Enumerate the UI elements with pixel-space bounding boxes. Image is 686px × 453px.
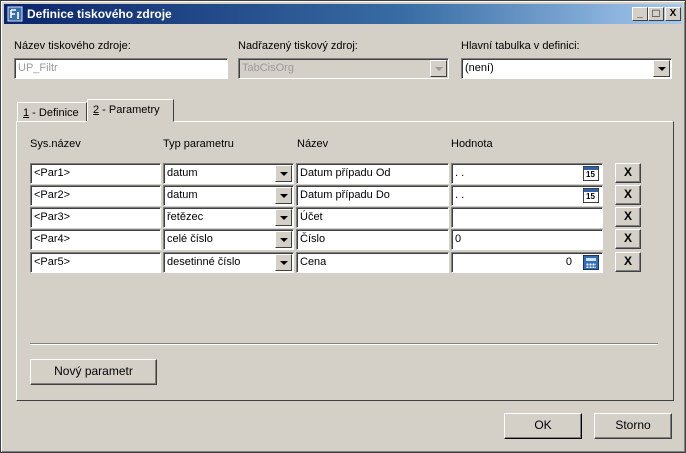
dropdown-arrow-icon[interactable] xyxy=(653,60,670,77)
minimize-button[interactable]: _ xyxy=(632,7,648,21)
delete-param-button[interactable]: X xyxy=(615,207,641,227)
param-value-field[interactable] xyxy=(451,207,603,228)
delete-param-button[interactable]: X xyxy=(615,229,641,249)
param-value-field[interactable]: 0 xyxy=(451,229,603,250)
maximize-button[interactable]: □ xyxy=(648,7,664,21)
dropdown-arrow-icon[interactable] xyxy=(275,165,292,182)
param-type-select[interactable]: desetinné číslo xyxy=(163,252,294,273)
param-type-value: celé číslo xyxy=(167,233,213,245)
param-name-field[interactable]: Cena xyxy=(296,252,449,273)
tab-parametry-label: - Parametry xyxy=(99,104,160,116)
tab-definice[interactable]: 1 - Definice xyxy=(17,102,87,122)
column-header-name: Název xyxy=(297,138,329,150)
delete-param-button[interactable]: X xyxy=(615,163,641,183)
dropdown-arrow-icon[interactable] xyxy=(430,60,447,77)
source-name-label: Název tiskového zdroje: xyxy=(14,40,131,52)
param-value-field[interactable]: 0 xyxy=(451,252,603,273)
dropdown-arrow-icon[interactable] xyxy=(275,254,292,271)
param-sys-name-field[interactable]: <Par5> xyxy=(30,252,161,273)
param-value-text: . . xyxy=(455,167,465,179)
param-name-field[interactable]: Datum případu Do xyxy=(296,185,449,206)
param-sys-name-field[interactable]: <Par2> xyxy=(30,185,161,206)
param-value-text: . . xyxy=(455,189,465,201)
main-table-select[interactable]: (není) xyxy=(461,58,672,79)
calendar-icon-glyph: 15 xyxy=(586,170,595,179)
close-button[interactable]: X xyxy=(665,7,681,21)
dialog-window: Definice tiskového zdroje _ □ X Název ti… xyxy=(0,0,686,453)
param-value-field[interactable]: . . 15 xyxy=(451,185,603,206)
column-header-sys-name: Sys.název xyxy=(30,138,81,150)
dropdown-arrow-icon[interactable] xyxy=(275,209,292,226)
delete-param-button[interactable]: X xyxy=(615,252,641,272)
main-table-value: (není) xyxy=(465,62,494,74)
parent-source-value: TabCisOrg xyxy=(242,62,294,74)
param-sys-name-field[interactable]: <Par3> xyxy=(30,207,161,228)
param-type-value: datum xyxy=(167,189,198,201)
calculator-icon[interactable] xyxy=(583,255,599,270)
column-header-value: Hodnota xyxy=(451,138,493,150)
ok-button[interactable]: OK xyxy=(504,413,582,439)
param-type-value: řetězec xyxy=(167,211,204,223)
param-type-select[interactable]: datum xyxy=(163,163,294,184)
param-value-field[interactable]: . . 15 xyxy=(451,163,603,184)
app-icon xyxy=(7,6,23,22)
param-type-value: datum xyxy=(167,167,198,179)
param-name-field[interactable]: Účet xyxy=(296,207,449,228)
parent-source-label: Nadřazený tiskový zdroj: xyxy=(238,40,358,52)
param-type-select[interactable]: řetězec xyxy=(163,207,294,228)
calendar-icon[interactable]: 15 xyxy=(583,166,599,181)
param-type-select[interactable]: celé číslo xyxy=(163,229,294,250)
tab-definice-label: - Definice xyxy=(29,107,79,119)
source-name-field[interactable]: UP_Filtr xyxy=(14,58,228,79)
param-sys-name-field[interactable]: <Par1> xyxy=(30,163,161,184)
calendar-icon[interactable]: 15 xyxy=(583,188,599,203)
title-bar[interactable]: Definice tiskového zdroje _ □ X xyxy=(4,4,682,24)
column-header-type: Typ parametru xyxy=(163,138,234,150)
dropdown-arrow-icon[interactable] xyxy=(275,187,292,204)
calendar-icon-glyph: 15 xyxy=(586,192,595,201)
dropdown-arrow-icon[interactable] xyxy=(275,231,292,248)
window-title: Definice tiskového zdroje xyxy=(27,7,172,21)
param-sys-name-field[interactable]: <Par4> xyxy=(30,229,161,250)
main-table-label: Hlavní tabulka v definici: xyxy=(461,40,580,52)
tab-parametry[interactable]: 2 - Parametry xyxy=(87,99,174,122)
param-type-value: desetinné číslo xyxy=(167,256,241,268)
param-name-field[interactable]: Datum případu Od xyxy=(296,163,449,184)
param-type-select[interactable]: datum xyxy=(163,185,294,206)
parent-source-select[interactable]: TabCisOrg xyxy=(238,58,449,79)
param-name-field[interactable]: Číslo xyxy=(296,229,449,250)
panel-separator xyxy=(30,343,658,345)
param-value-text: 0 xyxy=(565,256,572,268)
new-parameter-button[interactable]: Nový parametr xyxy=(30,359,157,385)
delete-param-button[interactable]: X xyxy=(615,185,641,205)
cancel-button[interactable]: Storno xyxy=(594,413,672,439)
